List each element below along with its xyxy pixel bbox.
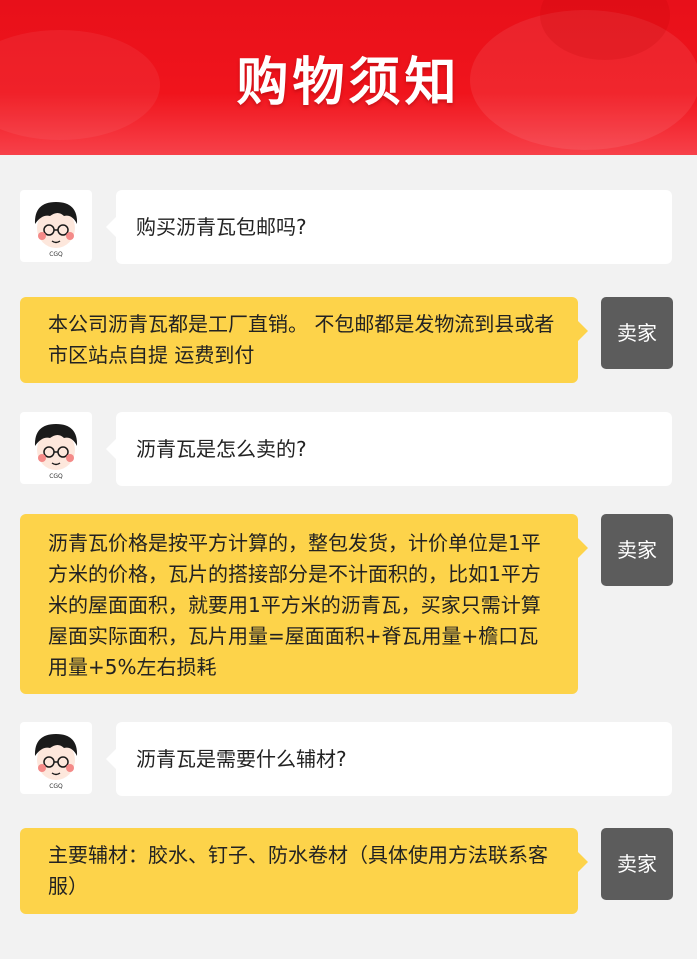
answer-bubble: 沥青瓦价格是按平方计算的，整包发货，计价单位是1平方米的价格，瓦片的搭接部分是不… xyxy=(20,514,588,694)
answer-text: 沥青瓦价格是按平方计算的，整包发货，计价单位是1平方米的价格，瓦片的搭接部分是不… xyxy=(48,531,541,679)
question-bubble: 沥青瓦是需要什么辅材? xyxy=(106,722,672,796)
svg-text:CGQ: CGQ xyxy=(49,251,63,258)
header-banner: 购物须知 xyxy=(0,0,697,155)
seller-badge: 卖家 xyxy=(601,828,673,900)
question-text: 沥青瓦是需要什么辅材? xyxy=(136,747,347,771)
question-bubble: 购买沥青瓦包邮吗? xyxy=(106,190,672,264)
buyer-avatar: CGQ xyxy=(20,722,92,794)
question-text: 沥青瓦是怎么卖的? xyxy=(136,437,307,461)
answer-bubble: 主要辅材：胶水、钉子、防水卷材（具体使用方法联系客服） xyxy=(20,828,588,914)
answer-bubble: 本公司沥青瓦都是工厂直销。 不包邮都是发物流到县或者市区站点自提 运费到付 xyxy=(20,297,588,383)
page-title: 购物须知 xyxy=(236,53,461,113)
answer-text: 本公司沥青瓦都是工厂直销。 不包邮都是发物流到县或者市区站点自提 运费到付 xyxy=(48,312,555,367)
seller-badge: 卖家 xyxy=(601,297,673,369)
seller-badge: 卖家 xyxy=(601,514,673,586)
svg-text:CGQ: CGQ xyxy=(49,783,63,790)
question-text: 购买沥青瓦包邮吗? xyxy=(136,215,307,239)
svg-text:CGQ: CGQ xyxy=(49,473,63,480)
question-bubble: 沥青瓦是怎么卖的? xyxy=(106,412,672,486)
answer-text: 主要辅材：胶水、钉子、防水卷材（具体使用方法联系客服） xyxy=(48,843,548,898)
buyer-avatar: CGQ xyxy=(20,412,92,484)
buyer-avatar: CGQ xyxy=(20,190,92,262)
